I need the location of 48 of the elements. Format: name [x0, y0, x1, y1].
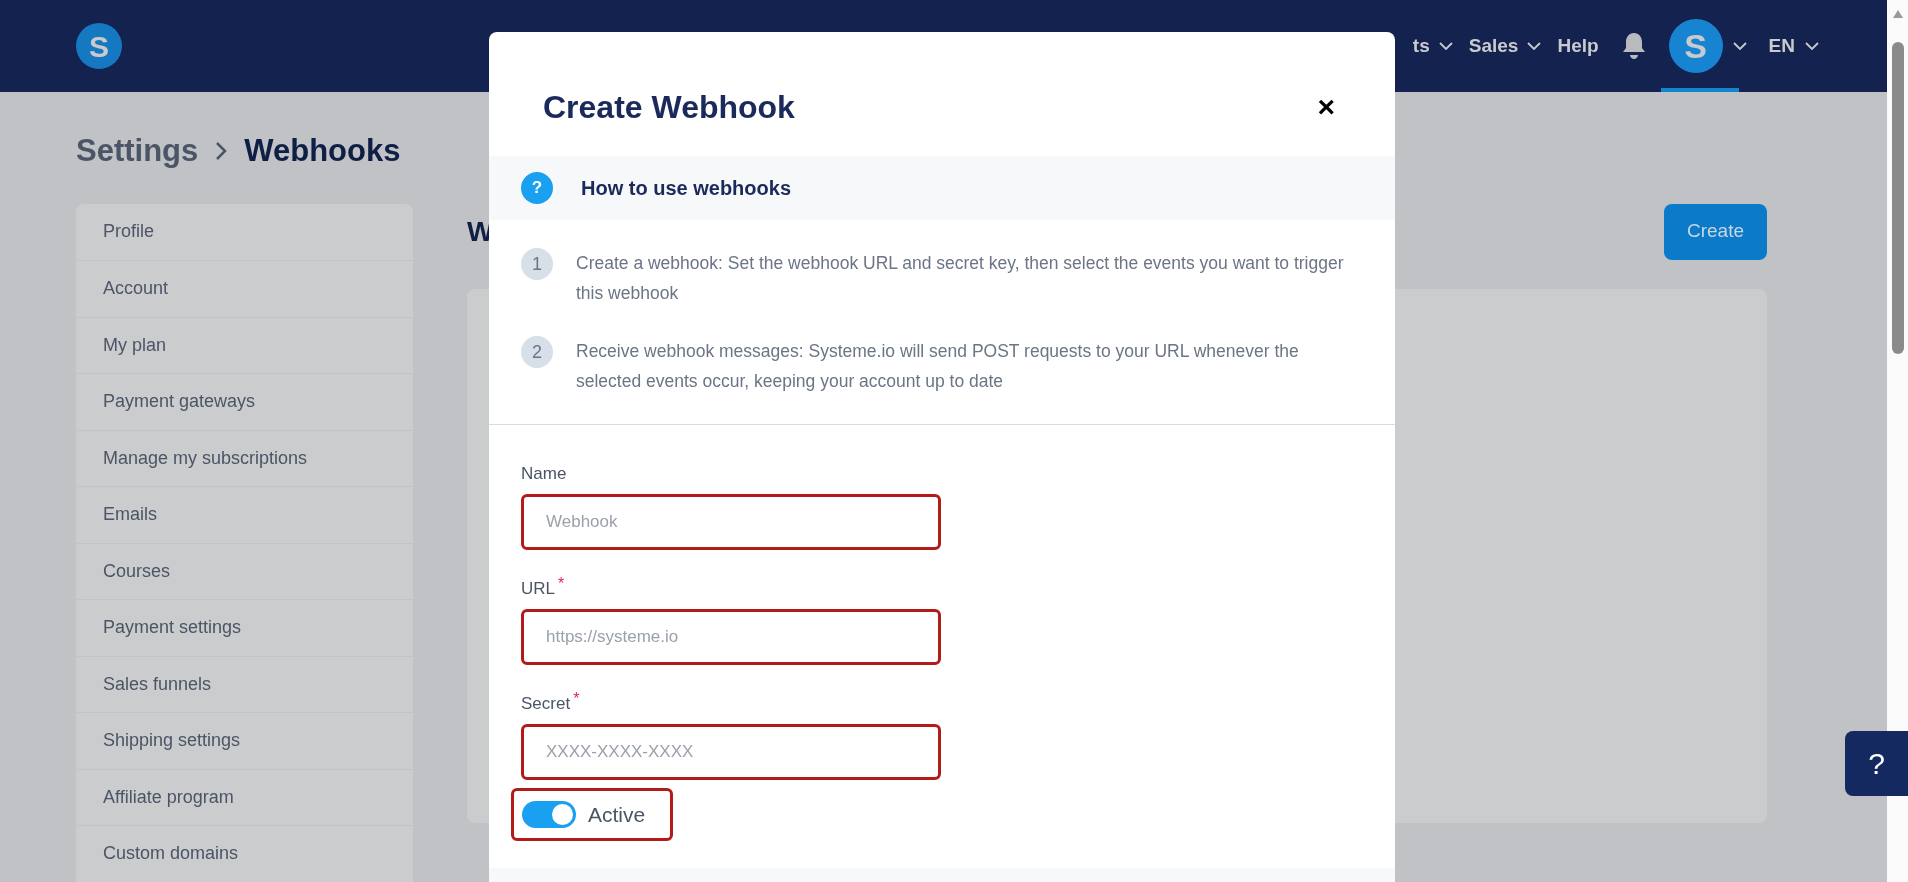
scrollbar[interactable] [1887, 0, 1908, 882]
sidebar-item[interactable]: Payment gateways [103, 388, 256, 416]
info-title: How to use webhooks [581, 176, 792, 201]
chevron-down-icon[interactable] [1732, 41, 1747, 51]
sidebar-item[interactable]: My plan [103, 331, 167, 359]
bell-icon[interactable] [1620, 32, 1647, 60]
active-toggle[interactable]: Active [511, 788, 673, 841]
sidebar-item[interactable]: Emails [103, 501, 157, 529]
step-description: Create a webhook: Set the webhook URL and secret key, then select the events you want to trigger this webhook [576, 252, 1345, 305]
required-marker: * [573, 691, 580, 707]
language-selector[interactable]: EN [1768, 31, 1795, 61]
scrollbar-thumb[interactable] [1891, 42, 1904, 354]
breadcrumb-link[interactable]: Settings [76, 128, 199, 175]
field-label: Secret [521, 693, 571, 715]
sidebar-item[interactable]: Affiliate program [103, 783, 234, 811]
field-label: Name [521, 463, 567, 485]
nav-menu-item[interactable]: Sales [1468, 31, 1519, 61]
create-button[interactable]: Create [1664, 203, 1767, 260]
logo-icon[interactable]: S [76, 23, 122, 69]
page-title: Webhooks [244, 132, 401, 170]
close-button[interactable]: × [1317, 92, 1335, 122]
toggle-switch[interactable] [522, 801, 576, 828]
step-number: 2 [521, 336, 553, 368]
input-field[interactable]: XXXX-XXXX-XXXX [521, 724, 941, 780]
modal-title: Create Webhook [543, 88, 795, 127]
step-description: Receive webhook messages: Systeme.io will send POST requests to your URL whenever the selected events occur, keeping your account up to date [576, 340, 1300, 393]
help-button[interactable]: ? [1845, 731, 1908, 796]
chevron-down-icon[interactable] [1527, 41, 1542, 51]
toggle-label: Active [588, 801, 646, 828]
input-field[interactable]: https://systeme.io [521, 609, 941, 665]
sidebar-item[interactable]: Custom domains [103, 840, 239, 868]
field-label: URL [521, 578, 555, 600]
help-icon: ? [521, 172, 553, 204]
sidebar-item[interactable]: Courses [103, 557, 171, 585]
sidebar-item[interactable]: Payment settings [103, 614, 242, 642]
input-field[interactable]: Webhook [521, 494, 941, 550]
step-number: 1 [521, 248, 553, 280]
sidebar-item[interactable]: Shipping settings [103, 727, 241, 755]
nav-menu-item[interactable]: ts [1412, 31, 1430, 61]
chevron-down-icon[interactable] [1805, 41, 1819, 51]
chevron-down-icon[interactable] [1438, 41, 1453, 51]
sidebar-item[interactable]: Manage my subscriptions [103, 444, 308, 472]
nav-menu-item[interactable]: Help [1557, 31, 1599, 61]
sidebar-item[interactable]: Account [103, 275, 169, 303]
sidebar-item[interactable]: Profile [103, 218, 155, 246]
sidebar-item[interactable]: Sales funnels [103, 670, 212, 698]
required-marker: * [558, 576, 565, 592]
scroll-up-icon[interactable] [1892, 10, 1903, 18]
